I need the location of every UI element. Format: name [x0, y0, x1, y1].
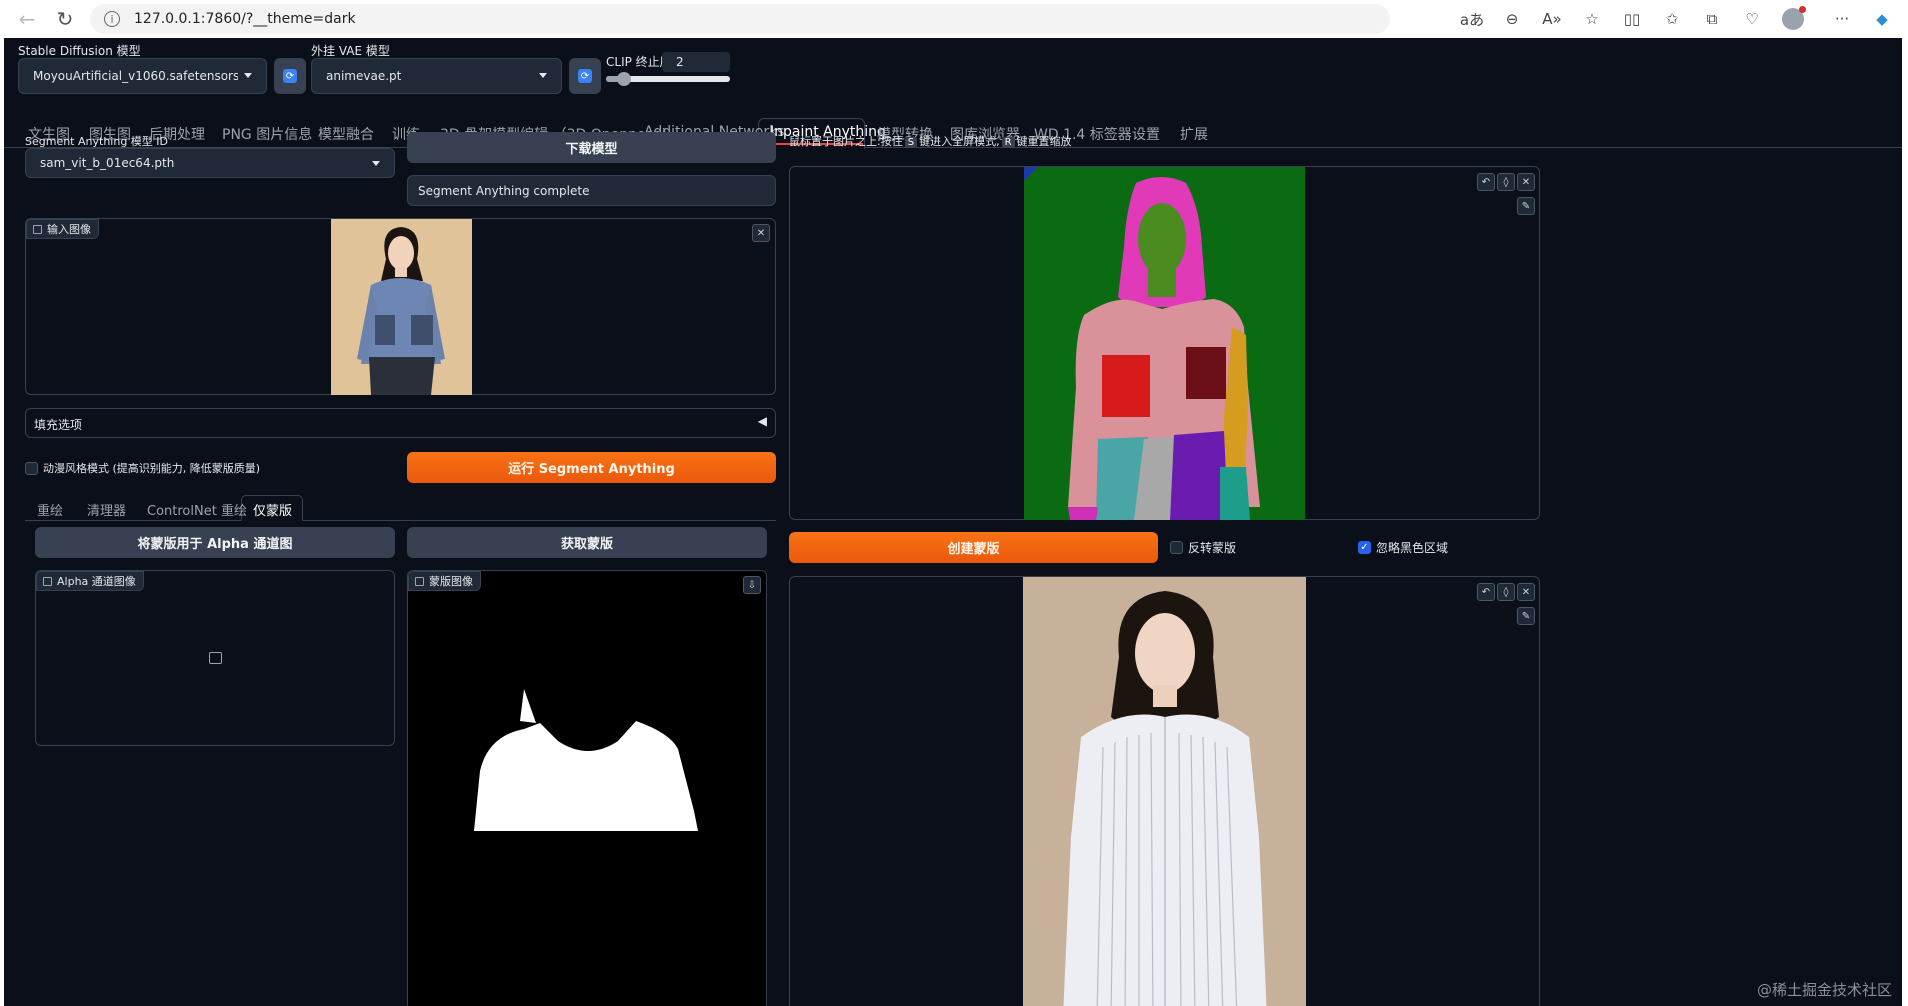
sd-model-value: MoyouArtificial_v1060.safetensors [a30fb…	[33, 69, 238, 83]
window-scrollbar[interactable]	[1902, 38, 1908, 1006]
collections-icon[interactable]: ⧉	[1696, 4, 1728, 34]
subtab-cleaner[interactable]: 清理器	[87, 500, 126, 519]
read-aloud-icon[interactable]: A»	[1536, 4, 1568, 34]
tab-checkpoint-merger[interactable]: 模型融合	[318, 124, 374, 144]
clip-skip-number-input[interactable]: 2	[662, 52, 730, 72]
alpha-image-label: Alpha 通道图像	[36, 571, 144, 591]
chevron-down-icon	[539, 73, 547, 78]
browser-toolbar: ← ↻ i 127.0.0.1:7860/?__theme=dark aあ ⊖ …	[0, 0, 1908, 38]
image-icon	[415, 576, 424, 586]
brush-icon[interactable]: ✎	[1517, 197, 1535, 215]
url-text: 127.0.0.1:7860/?__theme=dark	[134, 11, 356, 27]
key-r: R	[1001, 137, 1015, 148]
webui-app: Stable Diffusion 模型 MoyouArtificial_v106…	[4, 38, 1902, 1006]
favorite-star-icon[interactable]: ☆	[1576, 4, 1608, 34]
subtab-inpaint[interactable]: 重绘	[37, 500, 63, 519]
tab-settings[interactable]: 设置	[1132, 124, 1160, 144]
tab-png-info[interactable]: PNG 图片信息	[222, 124, 312, 144]
apply-alpha-mask-button[interactable]: 将蒙版用于 Alpha 通道图	[35, 527, 395, 558]
close-icon[interactable]: ✕	[1517, 583, 1535, 601]
vae-refresh-button[interactable]: ⟳	[569, 58, 601, 94]
refresh-icon: ⟳	[283, 69, 297, 83]
mask-image-label: 蒙版图像	[408, 571, 481, 591]
collapse-arrow-icon: ◀	[757, 414, 767, 428]
anime-style-label: 动漫风格模式 (提高识别能力, 降低蒙版质量)	[43, 462, 261, 475]
clip-skip-slider-thumb[interactable]	[617, 72, 631, 86]
create-mask-button[interactable]: 创建蒙版	[789, 532, 1158, 563]
vae-label: 外挂 VAE 模型	[311, 44, 390, 58]
segmentation-panel[interactable]: ↶ ◊ ✕ ✎	[789, 166, 1540, 520]
ignore-black-label: 忽略黑色区域	[1376, 541, 1449, 555]
fill-options-title: 填充选项	[34, 418, 83, 432]
mask-paint-panel[interactable]: ↶ ◊ ✕ ✎	[789, 576, 1540, 1006]
run-segment-anything-button[interactable]: 运行 Segment Anything	[407, 452, 776, 483]
translate-icon[interactable]: aあ	[1456, 4, 1488, 34]
input-image-panel[interactable]: 输入图像 ✕	[25, 218, 776, 395]
watermark-text: @稀土掘金技术社区	[1756, 981, 1892, 999]
sd-model-label: Stable Diffusion 模型	[18, 44, 141, 58]
status-text: Segment Anything complete	[407, 175, 776, 206]
hint-text-2: 键进入全屏模式,	[919, 135, 1000, 148]
refresh-icon: ⟳	[578, 69, 592, 83]
source-photo	[1023, 577, 1306, 1006]
anime-style-checkbox[interactable]	[25, 462, 38, 475]
sd-model-refresh-button[interactable]: ⟳	[274, 58, 306, 94]
fill-options-accordion[interactable]: 填充选项 ◀	[25, 408, 776, 438]
fullscreen-hint: 鼠标置于图片之上:按住 S 键进入全屏模式, R 键重置缩放	[789, 133, 1072, 149]
sam-model-value: sam_vit_b_01ec64.pth	[40, 156, 175, 170]
empty-image-icon	[209, 652, 222, 664]
site-info-icon[interactable]: i	[104, 11, 120, 27]
chevron-down-icon	[244, 73, 252, 78]
close-icon[interactable]: ✕	[1517, 173, 1535, 191]
back-icon[interactable]: ←	[10, 2, 44, 36]
address-bar[interactable]: i 127.0.0.1:7860/?__theme=dark	[90, 4, 1390, 34]
ignore-black-checkbox[interactable]: ✓	[1358, 541, 1371, 554]
hint-text-3: 键重置缩放	[1016, 135, 1072, 148]
input-image-photo	[331, 219, 472, 395]
subtab-mask-only[interactable]: 仅蒙版	[253, 500, 292, 519]
download-icon[interactable]: ⇩	[743, 576, 761, 594]
browser-actions: aあ ⊖ A» ☆ ▯▯ ✩ ⧉ ♡ ··· ◆	[1456, 4, 1898, 34]
undo-icon[interactable]: ↶	[1477, 583, 1495, 601]
get-mask-button[interactable]: 获取蒙版	[407, 527, 767, 558]
sam-model-label: Segment Anything 模型 ID	[25, 135, 169, 148]
split-screen-icon[interactable]: ▯▯	[1616, 4, 1648, 34]
vae-value: animevae.pt	[326, 69, 402, 83]
mask-image-panel[interactable]: 蒙版图像 ⇩	[407, 570, 767, 1006]
alpha-image-panel[interactable]: Alpha 通道图像	[35, 570, 395, 746]
close-icon[interactable]: ✕	[752, 224, 770, 242]
subtab-controlnet-inpaint[interactable]: ControlNet 重绘	[147, 500, 247, 519]
mask-image-label-text: 蒙版图像	[429, 575, 473, 588]
mask-image-bw	[408, 571, 766, 1006]
segmentation-image	[1024, 167, 1305, 520]
image-icon	[43, 576, 52, 586]
image-icon	[33, 224, 42, 234]
chevron-down-icon	[372, 161, 380, 166]
invert-mask-checkbox[interactable]	[1170, 541, 1183, 554]
more-menu-icon[interactable]: ···	[1826, 4, 1858, 34]
hint-text-1: 鼠标置于图片之上:按住	[789, 135, 903, 148]
input-image-label-text: 输入图像	[47, 223, 91, 236]
clear-brush-icon[interactable]: ◊	[1497, 583, 1515, 601]
profile-avatar[interactable]	[1782, 6, 1806, 30]
sd-model-dropdown[interactable]: MoyouArtificial_v1060.safetensors [a30fb…	[18, 58, 267, 94]
clear-brush-icon[interactable]: ◊	[1497, 173, 1515, 191]
alpha-image-label-text: Alpha 通道图像	[57, 575, 136, 588]
tab-extensions[interactable]: 扩展	[1180, 124, 1208, 144]
copilot-icon[interactable]: ◆	[1866, 4, 1898, 34]
vae-dropdown[interactable]: animevae.pt	[311, 58, 562, 94]
sam-model-dropdown[interactable]: sam_vit_b_01ec64.pth	[25, 148, 395, 178]
extensions-icon[interactable]: ♡	[1736, 4, 1768, 34]
undo-icon[interactable]: ↶	[1477, 173, 1495, 191]
input-image-label: 输入图像	[26, 219, 99, 239]
zoom-out-icon[interactable]: ⊖	[1496, 4, 1528, 34]
download-model-button[interactable]: 下载模型	[407, 132, 776, 163]
reload-icon[interactable]: ↻	[48, 2, 82, 36]
favorites-icon[interactable]: ✩	[1656, 4, 1688, 34]
brush-icon[interactable]: ✎	[1517, 607, 1535, 625]
key-s: S	[904, 137, 918, 148]
invert-mask-label: 反转蒙版	[1188, 541, 1237, 555]
